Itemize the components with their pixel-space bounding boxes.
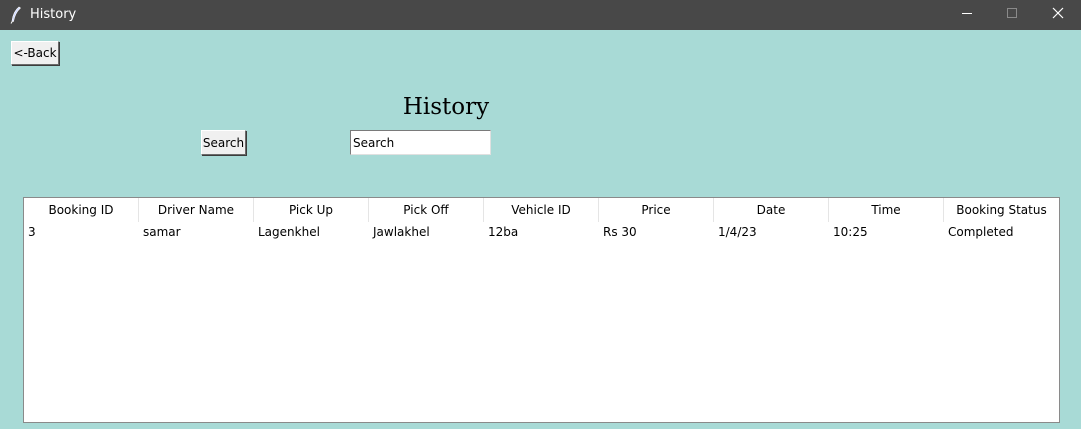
close-icon <box>1052 6 1064 24</box>
search-input[interactable] <box>350 130 491 155</box>
title-bar: History <box>0 0 1081 30</box>
column-header-pick-off[interactable]: Pick Off <box>369 198 484 222</box>
cell-booking-status: Completed <box>948 225 1014 239</box>
column-header-pick-up[interactable]: Pick Up <box>254 198 369 222</box>
cell-vehicle-id: 12ba <box>488 225 519 239</box>
back-button[interactable]: <-Back <box>11 41 59 65</box>
minimize-icon <box>961 6 973 24</box>
maximize-button[interactable] <box>989 0 1035 30</box>
maximize-icon <box>1006 6 1018 24</box>
search-button[interactable]: Search <box>201 130 246 155</box>
minimize-button[interactable] <box>944 0 990 30</box>
cell-driver-name: samar <box>143 225 181 239</box>
column-header-time[interactable]: Time <box>829 198 944 222</box>
column-header-booking-status[interactable]: Booking Status <box>944 198 1059 222</box>
cell-price: Rs 30 <box>603 225 637 239</box>
cell-pick-off: Jawlakhel <box>373 225 430 239</box>
feather-icon <box>9 6 23 24</box>
cell-time: 10:25 <box>833 225 868 239</box>
page-title: History <box>402 94 490 120</box>
column-header-price[interactable]: Price <box>599 198 714 222</box>
window-title: History <box>30 7 77 22</box>
close-button[interactable] <box>1035 0 1081 30</box>
table-row[interactable]: 3 samar Lagenkhel Jawlakhel 12ba Rs 30 1… <box>24 222 1059 242</box>
cell-date: 1/4/23 <box>718 225 757 239</box>
cell-pick-up: Lagenkhel <box>258 225 320 239</box>
column-header-booking-id[interactable]: Booking ID <box>24 198 139 222</box>
column-header-date[interactable]: Date <box>714 198 829 222</box>
table-header: Booking ID Driver Name Pick Up Pick Off … <box>24 198 1059 222</box>
column-header-vehicle-id[interactable]: Vehicle ID <box>484 198 599 222</box>
cell-booking-id: 3 <box>28 225 36 239</box>
history-table: Booking ID Driver Name Pick Up Pick Off … <box>23 197 1060 423</box>
column-header-driver-name[interactable]: Driver Name <box>139 198 254 222</box>
